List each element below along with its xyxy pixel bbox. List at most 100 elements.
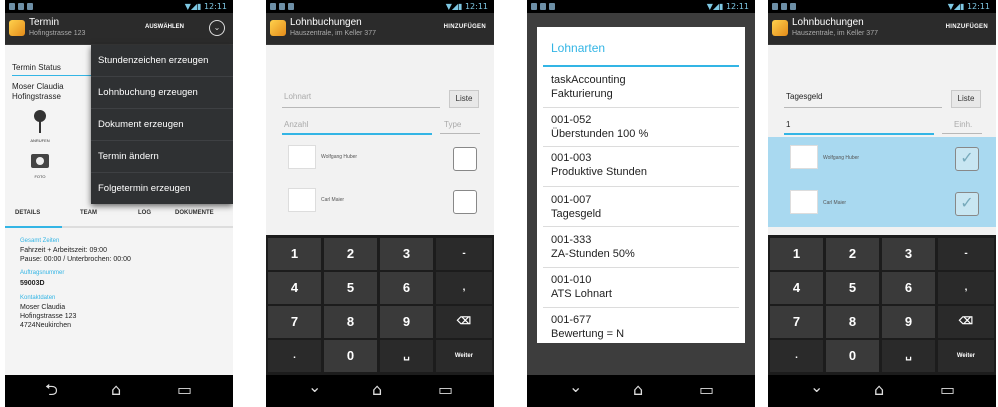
key-dot[interactable]: . [268, 340, 321, 372]
key-0[interactable]: 0 [324, 340, 377, 372]
type-underline [440, 133, 480, 134]
lohnbuchung-form: Tagesgeld Liste 1 Einh. Wolfgang Huber ✓… [768, 45, 996, 375]
list-item[interactable]: 001-007 Tagesgeld [551, 193, 601, 221]
times-line2: Pause: 00:00 / Unterbrochen: 00:00 [20, 256, 131, 263]
key-7[interactable]: 7 [268, 306, 321, 338]
foto-button[interactable]: FOTO [25, 154, 55, 188]
lohnart-input[interactable]: Lohnart [284, 92, 311, 101]
menu-item-lohnbuchung[interactable]: Lohnbuchung erzeugen [91, 77, 233, 109]
key-3[interactable]: 3 [882, 238, 935, 270]
list-item[interactable]: 001-677 Bewertung = N [551, 313, 624, 341]
app-logo-icon[interactable] [270, 20, 286, 36]
list-item[interactable]: 001-010 ATS Lohnart [551, 273, 612, 301]
key-6[interactable]: 6 [380, 272, 433, 304]
key-8[interactable]: 8 [324, 306, 377, 338]
order-number: 59003D [20, 280, 45, 287]
list-item[interactable]: 001-333 ZA-Stunden 50% [551, 233, 635, 261]
key-1[interactable]: 1 [770, 238, 823, 270]
recent-apps-icon[interactable]: ▭ [177, 382, 192, 398]
list-item-selected[interactable]: Wolfgang Huber ✓ [768, 137, 996, 182]
liste-button[interactable]: Liste [449, 90, 479, 108]
key-5[interactable]: 5 [826, 272, 879, 304]
app-logo-icon[interactable] [9, 20, 25, 36]
key-0[interactable]: 0 [826, 340, 879, 372]
backspace-icon[interactable]: ⌫ [938, 306, 994, 338]
key-space[interactable]: ␣ [882, 340, 935, 372]
person-name: Carl Maier [321, 197, 345, 203]
key-5[interactable]: 5 [324, 272, 377, 304]
overflow-menu-icon[interactable]: ⌄ [209, 20, 225, 36]
menu-item-termin-aendern[interactable]: Termin ändern [91, 141, 233, 173]
key-weiter[interactable]: Weiter [436, 340, 492, 372]
type-label: Type [444, 120, 462, 129]
person-checkbox[interactable] [453, 147, 477, 171]
avatar [790, 190, 818, 214]
tab-indicator-active [5, 226, 62, 228]
key-9[interactable]: 9 [380, 306, 433, 338]
key-4[interactable]: 4 [770, 272, 823, 304]
key-8[interactable]: 8 [826, 306, 879, 338]
hinzufuegen-button[interactable]: HINZUFÜGEN [946, 24, 988, 30]
contact-street: Hofingstrasse 123 [20, 313, 77, 320]
menu-item-stundenzeichen[interactable]: Stundenzeichen erzeugen [91, 45, 233, 77]
key-space[interactable]: ␣ [380, 340, 433, 372]
notification-icon [9, 3, 15, 10]
list-item-code: 001-052 [551, 114, 592, 126]
home-icon[interactable]: ⌂ [633, 382, 643, 398]
checkbox-checked-icon[interactable]: ✓ [955, 147, 979, 171]
checkbox-checked-icon[interactable]: ✓ [955, 192, 979, 216]
tab-log[interactable]: LOG [138, 210, 151, 216]
key-1[interactable]: 1 [268, 238, 321, 270]
app-logo-icon[interactable] [772, 20, 788, 36]
home-icon[interactable]: ⌂ [874, 382, 884, 398]
hide-keyboard-icon[interactable]: ⌄ [569, 379, 582, 395]
status-bar: ▼◢▮ 12:11 [5, 0, 233, 13]
hinzufuegen-button[interactable]: HINZUFÜGEN [444, 24, 486, 30]
backspace-icon[interactable]: ⌫ [436, 306, 492, 338]
notification-icon [531, 3, 537, 10]
menu-item-dokument[interactable]: Dokument erzeugen [91, 109, 233, 141]
key-minus[interactable]: - [436, 238, 492, 270]
divider [543, 186, 739, 187]
lohnbuchung-form: Lohnart Liste Anzahl Type Wolfgang Huber… [266, 45, 494, 375]
list-item[interactable]: taskAccounting Fakturierung [551, 73, 626, 101]
auswaehlen-button[interactable]: AUSWÄHLEN [145, 24, 184, 30]
lohnarten-dialog: Lohnarten taskAccounting Fakturierung 001… [537, 27, 745, 343]
key-9[interactable]: 9 [882, 306, 935, 338]
tab-team[interactable]: TEAM [80, 210, 97, 216]
key-2[interactable]: 2 [826, 238, 879, 270]
list-item[interactable]: 001-003 Produktive Stunden [551, 151, 647, 179]
recent-apps-icon[interactable]: ▭ [699, 382, 714, 398]
status-bar: ▼◢▮ 12:11 [266, 0, 494, 13]
home-icon[interactable]: ⌂ [111, 382, 121, 398]
call-button[interactable]: ANRUFEN [25, 110, 55, 150]
key-2[interactable]: 2 [324, 238, 377, 270]
home-icon[interactable]: ⌂ [372, 382, 382, 398]
anzahl-input[interactable]: 1 [786, 120, 790, 129]
recent-apps-icon[interactable]: ▭ [940, 382, 955, 398]
recent-apps-icon[interactable]: ▭ [438, 382, 453, 398]
key-minus[interactable]: - [938, 238, 994, 270]
key-comma[interactable]: , [436, 272, 492, 304]
key-weiter[interactable]: Weiter [938, 340, 994, 372]
hide-keyboard-icon[interactable]: ⌄ [810, 379, 823, 395]
list-item-selected[interactable]: Carl Maier ✓ [768, 182, 996, 227]
person-checkbox[interactable] [453, 190, 477, 214]
anzahl-input[interactable]: Anzahl [284, 120, 308, 129]
tab-dokumente[interactable]: DOKUMENTE [175, 210, 214, 216]
numeric-keypad: 1 2 3 - 4 5 6 , 7 8 9 ⌫ . 0 ␣ Weiter [266, 235, 494, 375]
key-3[interactable]: 3 [380, 238, 433, 270]
key-7[interactable]: 7 [770, 306, 823, 338]
key-dot[interactable]: . [770, 340, 823, 372]
avatar [790, 145, 818, 169]
list-item[interactable]: 001-052 Überstunden 100 % [551, 113, 648, 141]
key-4[interactable]: 4 [268, 272, 321, 304]
key-6[interactable]: 6 [882, 272, 935, 304]
menu-item-folgetermin[interactable]: Folgetermin erzeugen [91, 173, 233, 204]
tab-details[interactable]: DETAILS [15, 210, 40, 216]
lohnart-input[interactable]: Tagesgeld [786, 92, 822, 101]
key-comma[interactable]: , [938, 272, 994, 304]
hide-keyboard-icon[interactable]: ⌄ [308, 379, 321, 395]
liste-button[interactable]: Liste [951, 90, 981, 108]
back-icon[interactable]: ⮌ [45, 382, 58, 398]
